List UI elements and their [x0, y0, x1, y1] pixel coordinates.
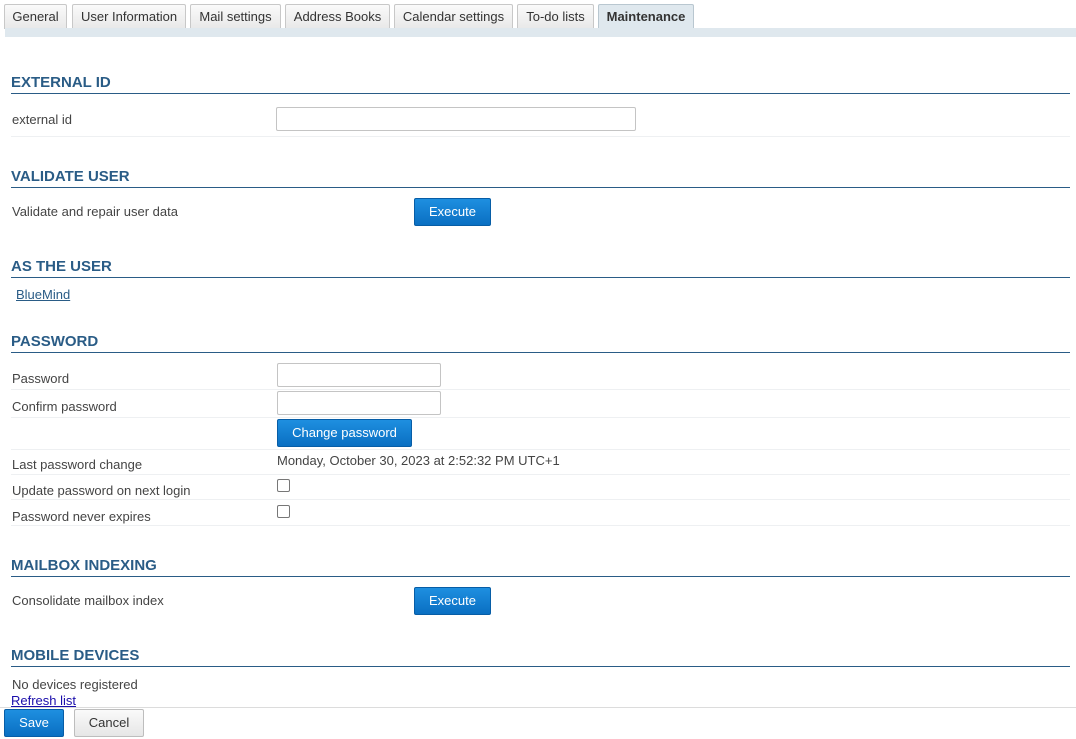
row-divider — [11, 525, 1070, 526]
tab-todo-lists[interactable]: To-do lists — [517, 4, 594, 29]
password-input[interactable] — [277, 363, 441, 387]
section-title-mailbox-indexing: MAILBOX INDEXING — [11, 557, 1070, 577]
tab-calendar-settings[interactable]: Calendar settings — [394, 4, 513, 29]
password-label: Password — [12, 371, 70, 386]
update-password-next-login-checkbox[interactable] — [277, 479, 290, 492]
tab-maintenance[interactable]: Maintenance — [598, 4, 694, 30]
confirm-password-input[interactable] — [277, 391, 441, 415]
external-id-input[interactable] — [276, 107, 636, 131]
validate-user-label: Validate and repair user data — [12, 204, 178, 219]
update-password-next-login-label: Update password on next login — [12, 483, 191, 498]
section-title-validate-user: VALIDATE USER — [11, 168, 1070, 188]
row-divider — [11, 417, 1070, 418]
row-divider — [11, 499, 1070, 500]
tab-mail-settings[interactable]: Mail settings — [190, 4, 281, 29]
cancel-button[interactable]: Cancel — [74, 709, 144, 737]
section-title-mobile-devices: MOBILE DEVICES — [11, 647, 1070, 667]
tab-strip — [5, 28, 1076, 37]
row-divider — [11, 474, 1070, 475]
password-never-expires-checkbox[interactable] — [277, 505, 290, 518]
confirm-password-label: Confirm password — [12, 399, 117, 414]
password-never-expires-label: Password never expires — [12, 509, 151, 524]
tab-user-information[interactable]: User Information — [72, 4, 186, 29]
as-user-bluemind-link[interactable]: BlueMind — [16, 287, 70, 302]
section-title-password: PASSWORD — [11, 333, 1070, 353]
save-button[interactable]: Save — [4, 709, 64, 737]
mailbox-index-execute-button[interactable]: Execute — [414, 587, 491, 615]
tab-general[interactable]: General — [4, 4, 67, 29]
section-title-as-the-user: AS THE USER — [11, 258, 1070, 278]
section-title-external-id: EXTERNAL ID — [11, 74, 1070, 94]
last-password-change-value: Monday, October 30, 2023 at 2:52:32 PM U… — [277, 453, 560, 468]
row-divider — [11, 449, 1070, 450]
external-id-label: external id — [12, 112, 72, 127]
last-password-change-label: Last password change — [12, 457, 143, 472]
validate-user-execute-button[interactable]: Execute — [414, 198, 491, 226]
footer-divider — [0, 707, 1076, 708]
mobile-devices-status: No devices registered — [12, 677, 138, 692]
consolidate-mailbox-label: Consolidate mailbox index — [12, 593, 164, 608]
tab-bar: General User Information Mail settings A… — [0, 0, 1076, 38]
tab-address-books[interactable]: Address Books — [285, 4, 390, 29]
row-divider — [11, 136, 1070, 137]
change-password-button[interactable]: Change password — [277, 419, 412, 447]
refresh-list-link[interactable]: Refresh list — [11, 693, 76, 708]
row-divider — [11, 389, 1070, 390]
